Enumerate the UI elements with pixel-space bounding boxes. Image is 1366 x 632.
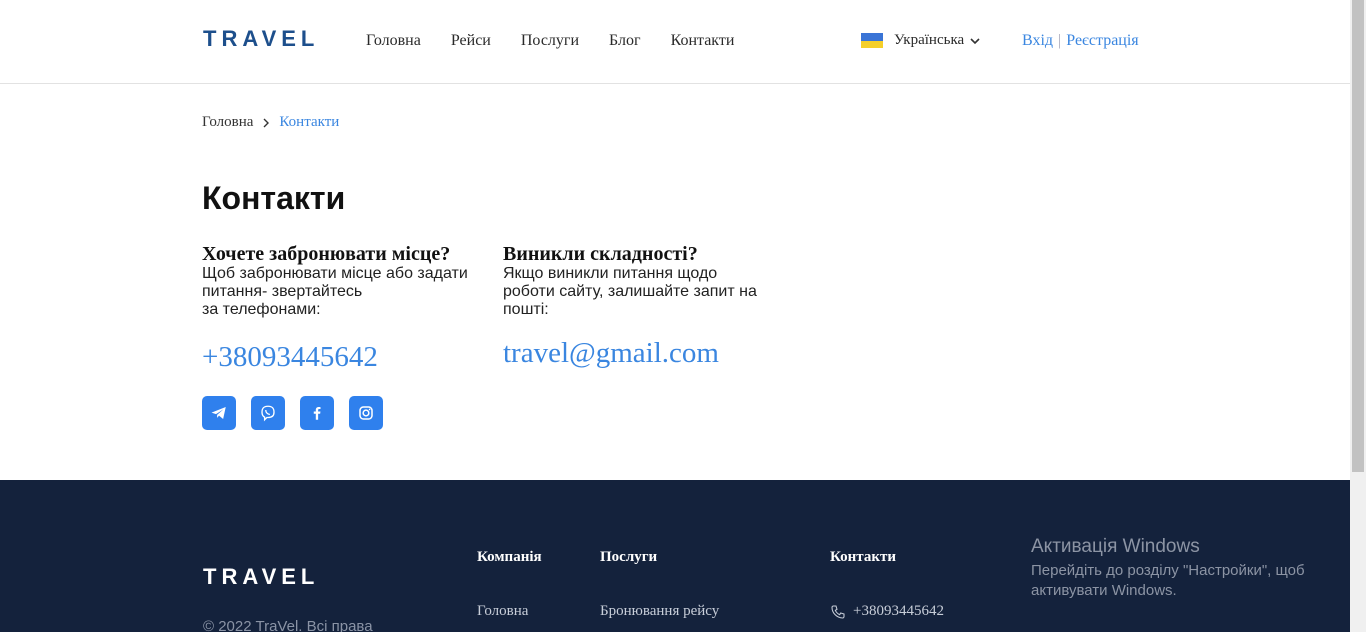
footer-copyright: © 2022 TraVel. Всі права: [203, 618, 373, 632]
language-label: Українська: [894, 32, 965, 48]
scrollbar-thumb[interactable]: [1352, 0, 1364, 472]
login-link[interactable]: Вхід: [1022, 32, 1053, 50]
facebook-icon: [313, 407, 321, 420]
chevron-down-icon: [970, 37, 980, 44]
language-selector[interactable]: Українська: [861, 32, 980, 49]
ukraine-flag-icon: [861, 33, 883, 48]
auth-separator: |: [1058, 32, 1062, 49]
social-links: [202, 396, 383, 430]
windows-activation-line-1: Перейдіть до розділу "Настройки", щоб: [1031, 562, 1305, 579]
viber-icon: [261, 405, 275, 422]
windows-activation-text: Перейдіть до розділу "Настройки", щоб ак…: [1031, 561, 1321, 601]
telegram-icon: [211, 407, 226, 419]
footer-logo[interactable]: TRAVEL: [203, 564, 319, 590]
windows-activation-title: Активація Windows: [1031, 536, 1200, 557]
support-text-line-1: Якщо виникли питання щодо: [503, 265, 718, 282]
footer-contacts-heading: Контакти: [830, 549, 896, 565]
support-section: Виникли складності? Якщо виникли питання…: [503, 243, 757, 319]
booking-title: Хочете забронювати місце?: [202, 243, 451, 265]
phone-icon: [831, 604, 845, 619]
windows-activation-line-2: активувати Windows.: [1031, 582, 1177, 599]
support-title: Виникли складності?: [503, 243, 698, 265]
breadcrumb-current: Контакти: [279, 114, 340, 130]
nav-item-blog[interactable]: Блог: [609, 32, 641, 50]
footer-link-booking[interactable]: Бронювання рейсу: [600, 603, 719, 620]
footer-link-home[interactable]: Головна: [477, 603, 528, 620]
nav-item-home[interactable]: Головна: [366, 32, 421, 50]
footer-link-home-label: Головна: [477, 603, 529, 619]
booking-text-line-3: за телефонами:: [202, 301, 321, 318]
chevron-right-icon: [263, 118, 270, 127]
phone-link[interactable]: +38093445642: [202, 341, 378, 374]
footer-phone-link[interactable]: +38093445642: [830, 603, 944, 620]
nav-item-services[interactable]: Послуги: [521, 32, 579, 50]
footer-company-heading: Компанія: [477, 549, 542, 565]
email-link[interactable]: travel@gmail.com: [503, 337, 719, 370]
viber-button[interactable]: [251, 396, 285, 430]
instagram-button[interactable]: [349, 396, 383, 430]
facebook-button[interactable]: [300, 396, 334, 430]
page-title: Контакти: [202, 180, 346, 216]
booking-text-line-2: питання- звертайтесь: [202, 283, 363, 300]
nav-item-trips[interactable]: Рейси: [451, 32, 491, 50]
breadcrumb-home[interactable]: Головна: [202, 114, 253, 131]
nav-item-contacts[interactable]: Контакти: [671, 32, 735, 50]
auth-links: Вхід | Реєстрація: [1022, 32, 1139, 50]
footer-phone-label: +38093445642: [853, 603, 944, 619]
site-logo[interactable]: TRAVEL: [203, 26, 319, 52]
footer-link-booking-label: Бронювання рейсу: [600, 603, 720, 619]
main-nav: Головна Рейси Послуги Блог Контакти: [366, 32, 734, 50]
telegram-button[interactable]: [202, 396, 236, 430]
footer-services-heading: Послуги: [600, 549, 658, 565]
page-scrollbar[interactable]: [1350, 0, 1366, 632]
windows-activation-watermark: Активація Windows Перейдіть до розділу "…: [1031, 536, 1321, 601]
booking-section: Хочете забронювати місце? Щоб забронюват…: [202, 243, 468, 319]
register-link[interactable]: Реєстрація: [1066, 32, 1138, 50]
site-header: TRAVEL Головна Рейси Послуги Блог Контак…: [0, 0, 1350, 84]
instagram-icon: [359, 406, 373, 420]
breadcrumb: Головна Контакти: [202, 114, 339, 131]
booking-text-line-1: Щоб забронювати місце або задати: [202, 265, 468, 282]
support-text-line-3: пошті:: [503, 301, 549, 318]
support-text-line-2: роботи сайту, залишайте запит на: [503, 283, 757, 300]
